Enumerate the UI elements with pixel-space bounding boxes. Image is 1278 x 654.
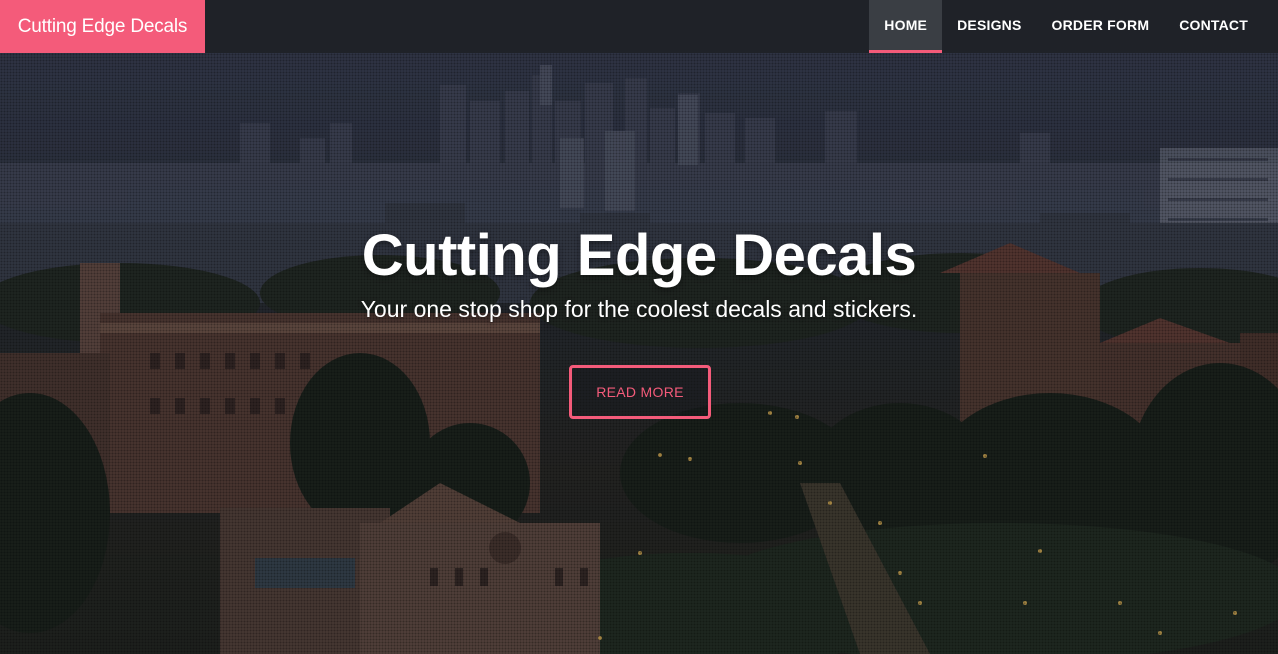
hero-background-image [0, 65, 1278, 654]
hero-subtitle: Your one stop shop for the coolest decal… [360, 296, 918, 322]
hero-section: Cutting Edge Decals Your one stop shop f… [0, 53, 1278, 654]
nav-item-home[interactable]: HOME [869, 0, 943, 53]
nav-item-designs[interactable]: DESIGNS [942, 0, 1036, 53]
nav-item-contact[interactable]: CONTACT [1164, 0, 1263, 53]
top-navbar: Cutting Edge Decals HOME DESIGNS ORDER F… [0, 0, 1278, 53]
brand-logo-link[interactable]: Cutting Edge Decals [0, 0, 205, 53]
page: Cutting Edge Decals HOME DESIGNS ORDER F… [0, 0, 1278, 654]
nav-item-order-form[interactable]: ORDER FORM [1037, 0, 1165, 53]
hero-title: Cutting Edge Decals [361, 223, 917, 288]
main-nav: HOME DESIGNS ORDER FORM CONTACT [869, 0, 1278, 53]
read-more-button[interactable]: READ MORE [569, 365, 711, 419]
